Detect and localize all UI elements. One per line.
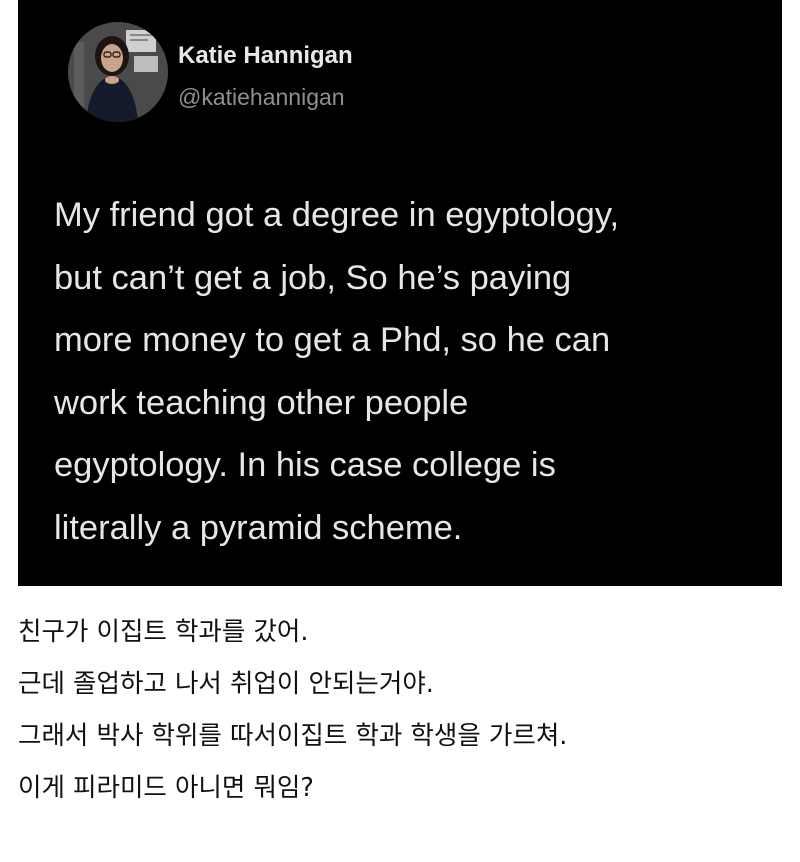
caption-line: 이게 피라미드 아니면 뭐임? (18, 773, 314, 803)
caption-line: 근데 졸업하고 나서 취업이 안되는거야. (18, 669, 434, 699)
caption-line: 친구가 이집트 학과를 갔어. (18, 617, 309, 647)
caption: 친구가 이집트 학과를 갔어. 근데 졸업하고 나서 취업이 안되는거야. 그래… (18, 606, 788, 814)
author-handle[interactable]: @katiehannigan (178, 84, 345, 111)
tweet-text-line: work teaching other people (54, 383, 469, 422)
profile-photo-icon (68, 22, 168, 122)
avatar[interactable] (68, 22, 168, 122)
tweet-card: Katie Hannigan @katiehannigan My friend … (18, 0, 782, 586)
author-name[interactable]: Katie Hannigan (178, 42, 353, 70)
tweet-text-line: but can’t get a job, So he’s paying (54, 258, 572, 297)
tweet-text-line: more money to get a Phd, so he can (54, 321, 611, 359)
tweet-text: My friend got a degree in egyptology, bu… (54, 184, 774, 559)
tweet-text-line: literally a pyramid scheme. (54, 508, 463, 547)
caption-line: 그래서 박사 학위를 따서이집트 학과 학생을 가르쳐. (18, 721, 568, 751)
tweet-text-line: My friend got a degree in egyptology, (54, 196, 620, 234)
tweet-text-line: egyptology. In his case college is (54, 446, 556, 484)
